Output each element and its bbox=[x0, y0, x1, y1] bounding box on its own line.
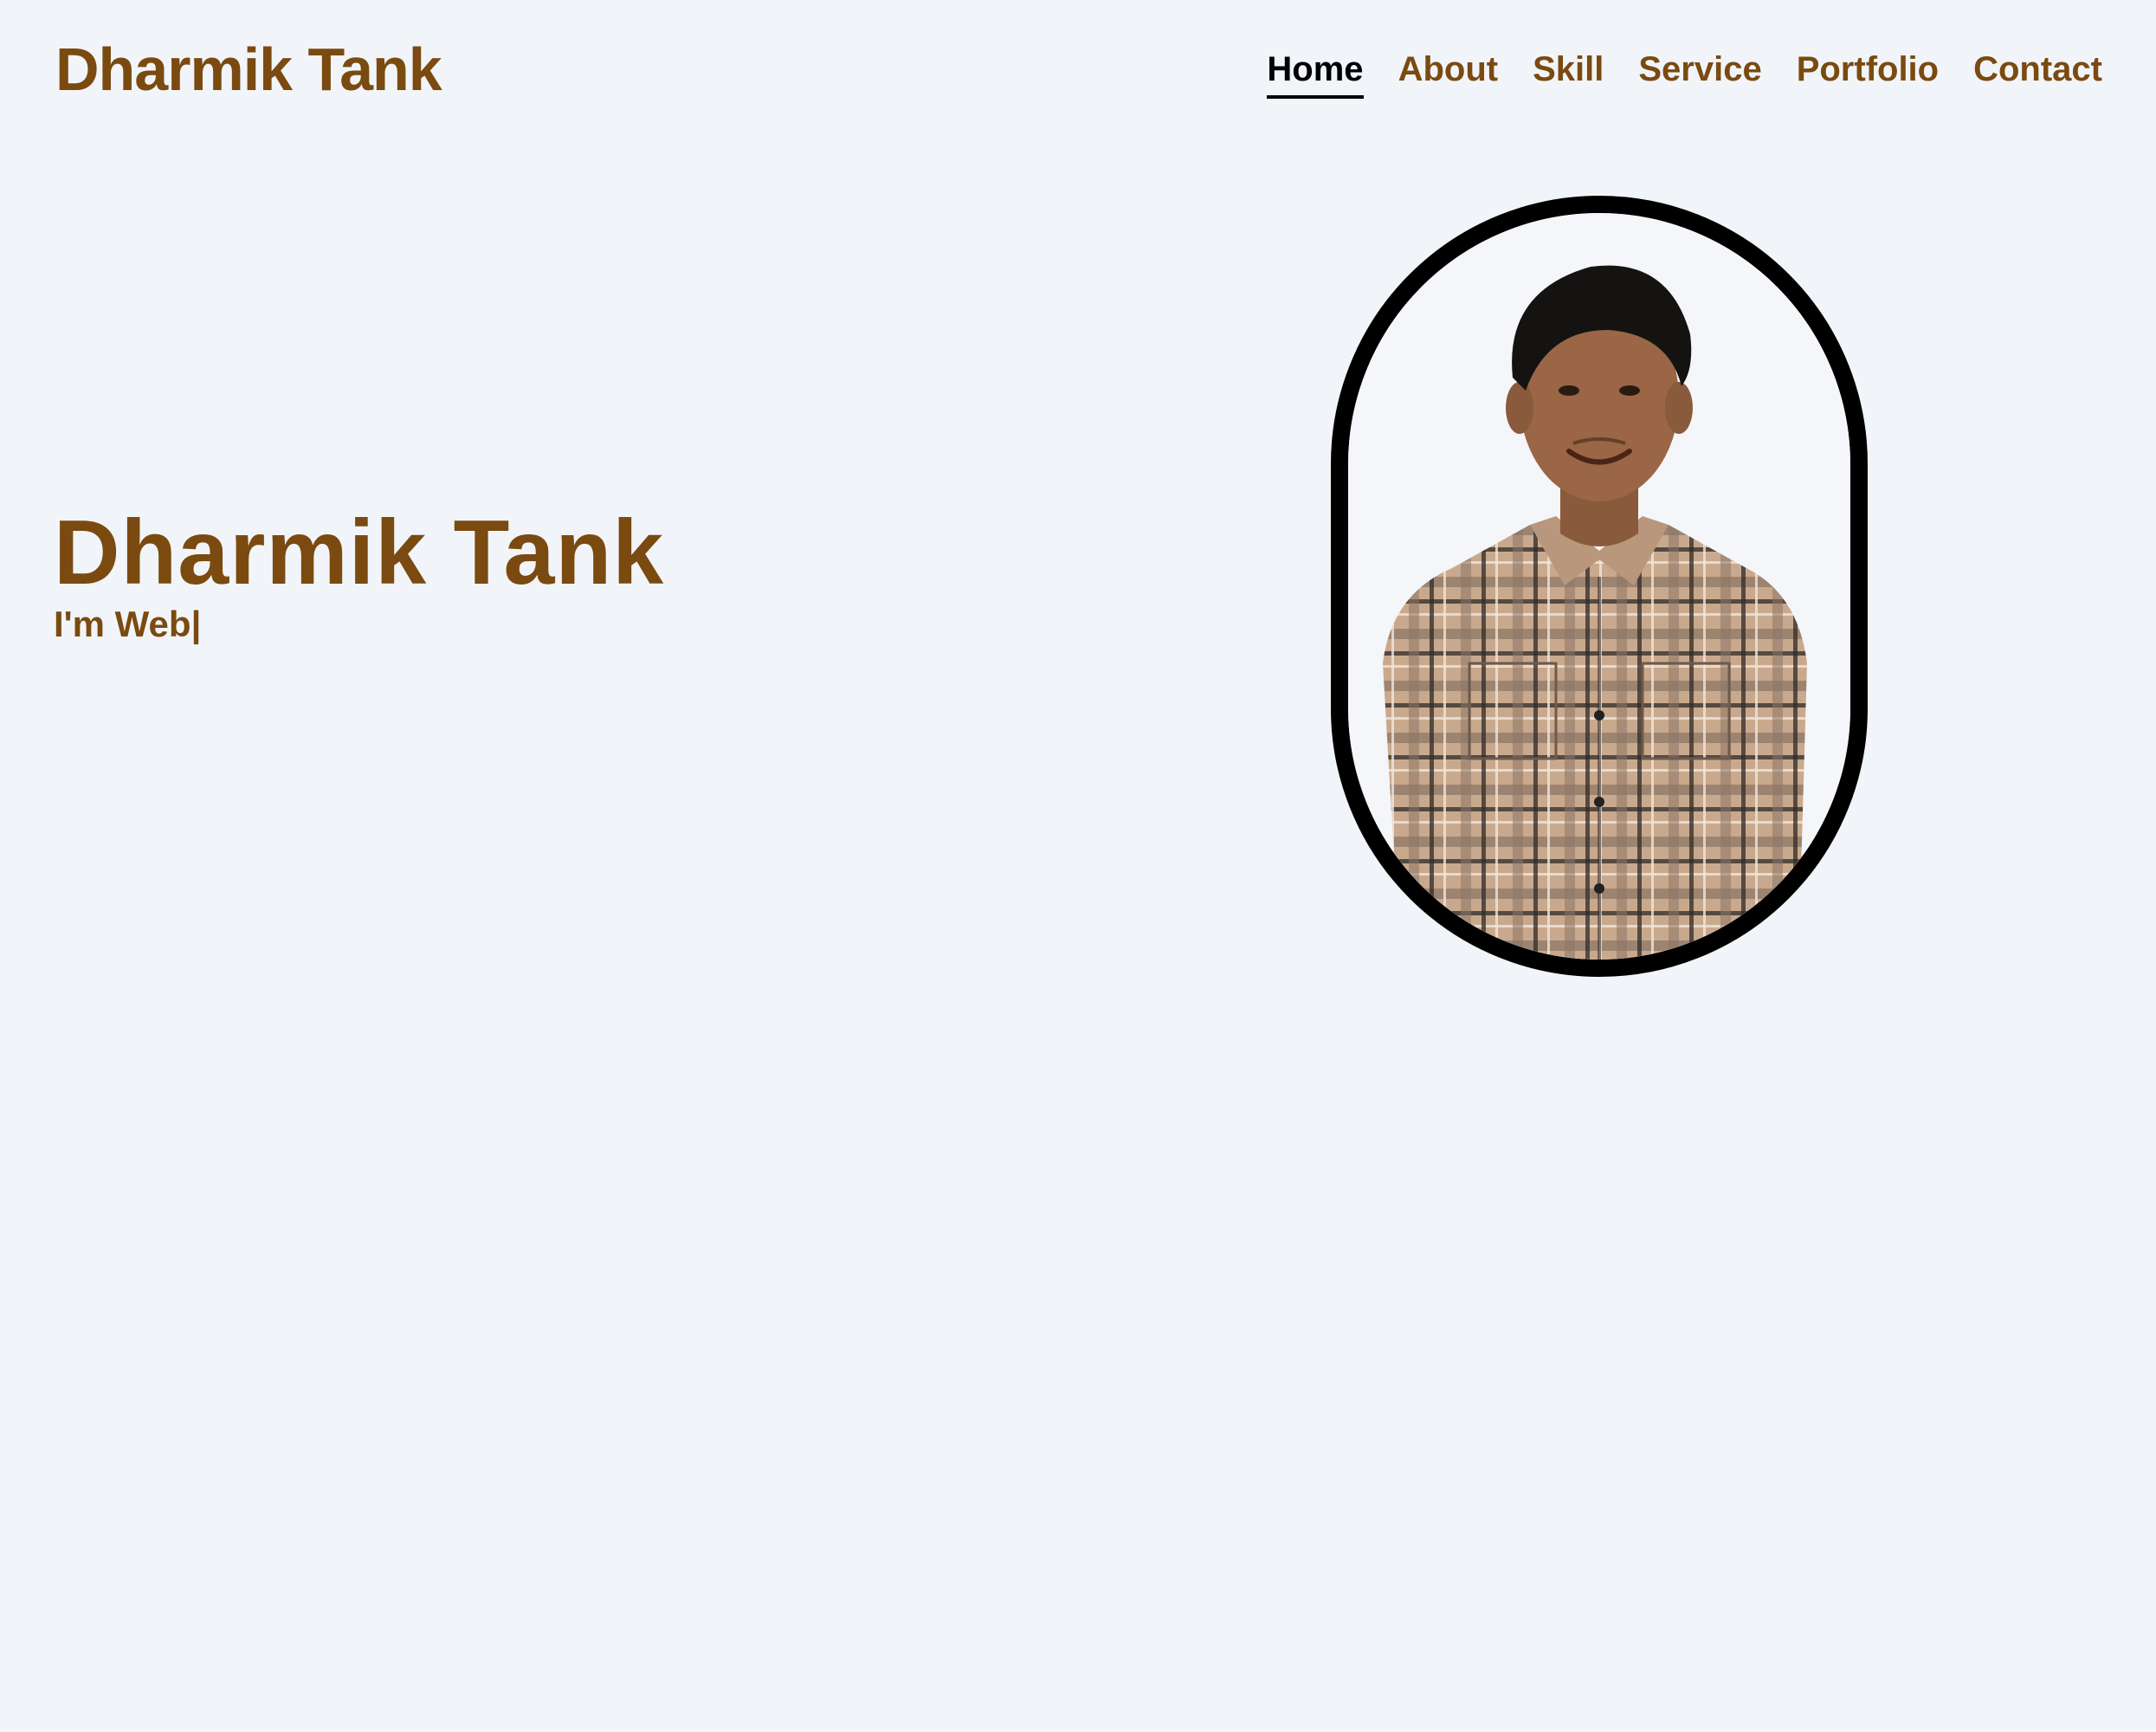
site-header: Dharmik Tank Home About Skill Service Po… bbox=[0, 0, 2156, 139]
nav-link-skill[interactable]: Skill bbox=[1533, 45, 1604, 94]
nav-link-portfolio[interactable]: Portfolio bbox=[1797, 45, 1939, 94]
nav-link-home[interactable]: Home bbox=[1267, 45, 1364, 99]
nav-link-about[interactable]: About bbox=[1398, 45, 1499, 94]
hero-section: Dharmik Tank I'm Web| bbox=[54, 501, 664, 646]
hero-name: Dharmik Tank bbox=[54, 501, 665, 604]
profile-photo bbox=[1348, 213, 1850, 960]
profile-photo-frame bbox=[1331, 196, 1868, 977]
nav-link-service[interactable]: Service bbox=[1638, 45, 1761, 94]
nav-link-contact[interactable]: Contact bbox=[1973, 45, 2102, 94]
site-logo[interactable]: Dharmik Tank bbox=[55, 33, 442, 106]
hero-typing-role: I'm Web| bbox=[54, 604, 202, 644]
main-nav: Home About Skill Service Portfolio Conta… bbox=[1267, 45, 2102, 99]
